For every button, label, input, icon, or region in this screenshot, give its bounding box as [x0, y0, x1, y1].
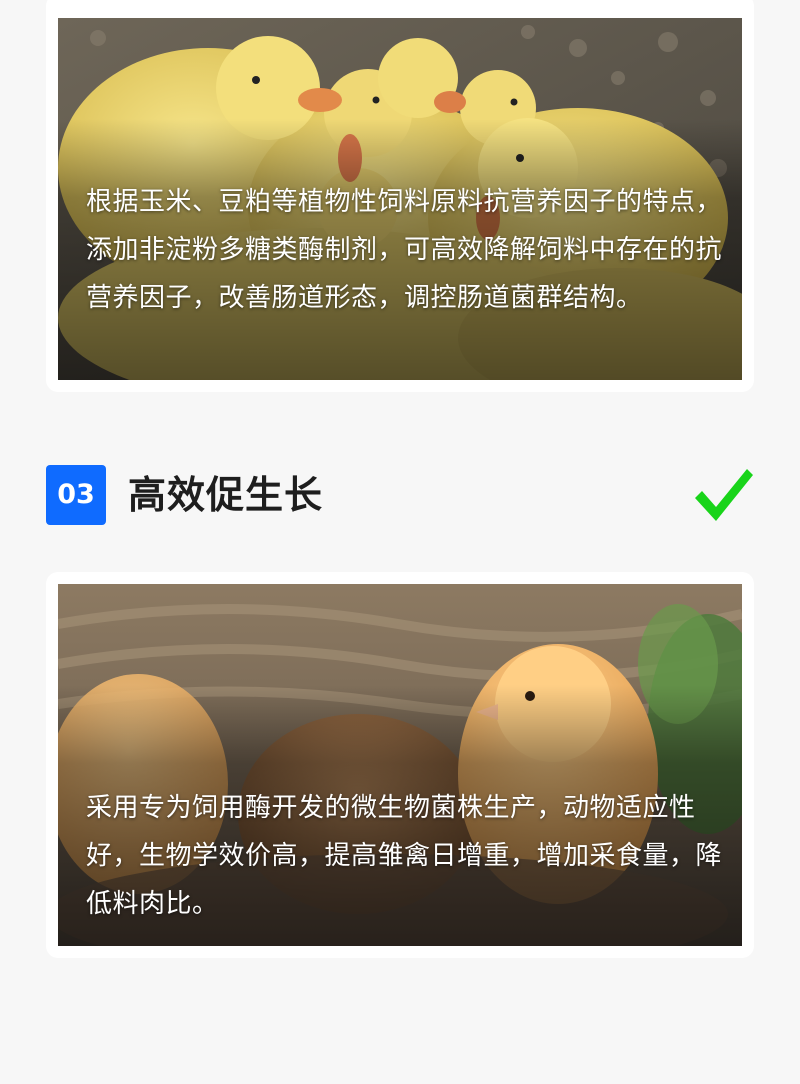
ducklings-photo: 根据玉米、豆粕等植物性饲料原料抗营养因子的特点，添加非淀粉多糖类酶制剂，可高效降…	[58, 18, 742, 380]
section-heading: 03 高效促生长	[46, 464, 754, 526]
check-icon	[695, 469, 753, 521]
section-title: 高效促生长	[128, 473, 324, 517]
chicks-photo: 采用专为饲用酶开发的微生物菌株生产，动物适应性好，生物学效价高，提高雏禽日增重，…	[58, 584, 742, 946]
feature-description: 采用专为饲用酶开发的微生物菌株生产，动物适应性好，生物学效价高，提高雏禽日增重，…	[86, 793, 723, 919]
feature-description: 根据玉米、豆粕等植物性饲料原料抗营养因子的特点，添加非淀粉多糖类酶制剂，可高效降…	[86, 187, 723, 313]
section-number-badge: 03	[46, 465, 106, 525]
feature-card-chicks: 采用专为饲用酶开发的微生物菌株生产，动物适应性好，生物学效价高，提高雏禽日增重，…	[46, 572, 754, 958]
feature-card-ducklings: 根据玉米、豆粕等植物性饲料原料抗营养因子的特点，添加非淀粉多糖类酶制剂，可高效降…	[46, 0, 754, 392]
